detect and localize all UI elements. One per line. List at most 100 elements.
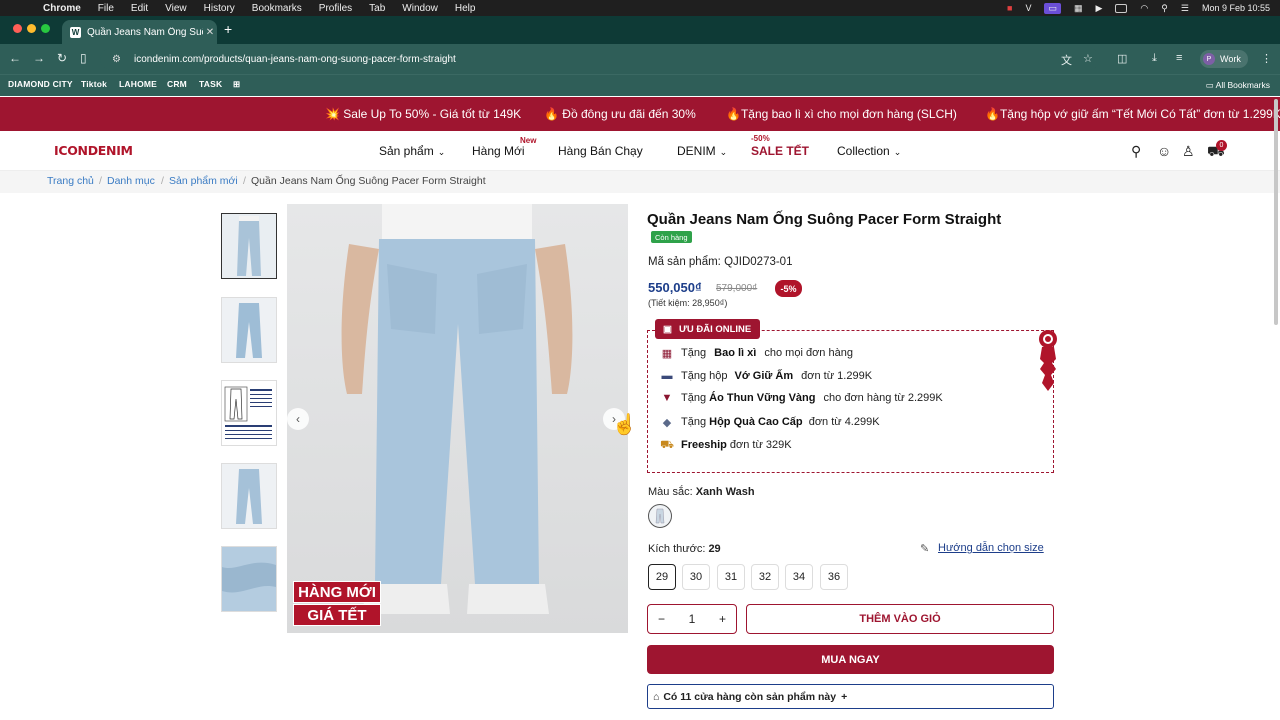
- search-icon[interactable]: ⚲: [1131, 143, 1141, 160]
- thumbnail-1[interactable]: [221, 213, 277, 279]
- bookmark-lahome[interactable]: LAHOME: [119, 79, 157, 89]
- media-icon[interactable]: ≡: [1176, 52, 1182, 64]
- quantity-stepper: − 1 +: [647, 604, 737, 634]
- sku-value: QJID0273-01: [724, 256, 793, 268]
- all-bookmarks[interactable]: ▭ All Bookmarks: [1206, 80, 1270, 91]
- offer-highlight: Bao lì xì: [714, 347, 757, 359]
- browser-tab[interactable]: W Quần Jeans Nam Ống Suông ✕: [62, 20, 217, 44]
- nav-denim[interactable]: DENIM ⌄: [677, 144, 727, 158]
- promo-item[interactable]: 💥 Sale Up To 50% - Giá tốt từ 149K: [325, 107, 521, 121]
- bookmarks-bar: DIAMOND CITY Tiktok LAHOME CRM TASK ⊞ ▭ …: [0, 74, 1280, 96]
- menu-profiles[interactable]: Profiles: [319, 3, 352, 14]
- menu-tab[interactable]: Tab: [369, 3, 385, 14]
- offer-text: Tặng: [681, 392, 710, 404]
- offer-highlight: Freeship: [681, 439, 727, 451]
- size-option-30[interactable]: 30: [682, 564, 710, 590]
- size-option-32[interactable]: 32: [751, 564, 779, 590]
- chrome-menu-icon[interactable]: ⋮: [1261, 52, 1272, 65]
- breadcrumb-sep: /: [161, 175, 164, 187]
- back-icon[interactable]: ←: [9, 51, 21, 65]
- v-icon[interactable]: V: [1025, 3, 1031, 13]
- thumbnail-5[interactable]: [221, 546, 277, 612]
- nav-ban-chay[interactable]: Hàng Bán Chạy: [558, 144, 643, 158]
- size-option-34[interactable]: 34: [785, 564, 813, 590]
- nav-sale-tet[interactable]: SALE TẾT: [751, 144, 809, 158]
- close-tab-icon[interactable]: ✕: [203, 27, 217, 38]
- bookmark-crm[interactable]: CRM: [167, 79, 187, 89]
- breadcrumb-category[interactable]: Danh mục: [107, 175, 155, 187]
- battery-icon[interactable]: [1115, 3, 1128, 13]
- menu-help[interactable]: Help: [455, 3, 476, 14]
- minimize-window-icon[interactable]: [27, 24, 36, 33]
- play-icon[interactable]: ▶: [1096, 3, 1103, 14]
- site-logo[interactable]: ICONDENIM: [54, 143, 133, 158]
- menu-edit[interactable]: Edit: [131, 3, 148, 14]
- thumbnail-2[interactable]: [221, 297, 277, 363]
- screen-icon[interactable]: ▭: [1044, 2, 1061, 14]
- size-guide-link[interactable]: Hướng dẫn chọn size: [938, 542, 1044, 554]
- store-availability-button[interactable]: ⌂ Có 11 cửa hàng còn sản phẩm này +: [647, 684, 1054, 709]
- promo-item[interactable]: 🔥Tặng hộp vớ giữ ấm “Tết Mới Có Tất” đơn…: [985, 107, 1280, 121]
- search-icon[interactable]: ⚲: [1161, 3, 1168, 14]
- size-option-31[interactable]: 31: [717, 564, 745, 590]
- menu-bookmarks[interactable]: Bookmarks: [252, 3, 302, 14]
- download-icon[interactable]: ⤓: [1152, 52, 1157, 65]
- color-swatch-xanh-wash[interactable]: [648, 504, 672, 528]
- breadcrumb-home[interactable]: Trang chủ: [47, 175, 94, 187]
- product-main-image[interactable]: HÀNG MỚI GIÁ TẾT ‹ ›: [287, 204, 628, 633]
- gallery-prev-button[interactable]: ‹: [287, 408, 309, 430]
- wifi-icon[interactable]: ◠: [1140, 3, 1148, 14]
- size-label: Kích thước: 29: [648, 543, 721, 555]
- thumbnail-4[interactable]: [221, 463, 277, 529]
- translate-icon[interactable]: 文: [1061, 52, 1072, 68]
- bookmark-tiktok[interactable]: Tiktok: [81, 79, 107, 89]
- membership-icon[interactable]: ♙: [1182, 143, 1195, 160]
- control-center-icon[interactable]: ☰: [1181, 3, 1189, 14]
- qty-minus-button[interactable]: −: [658, 612, 665, 626]
- new-tab-icon[interactable]: +: [224, 21, 232, 37]
- reload-icon[interactable]: ↻: [57, 51, 67, 65]
- bookmark-star-icon[interactable]: ☆: [1083, 52, 1093, 65]
- profile-button[interactable]: P Work: [1200, 50, 1248, 68]
- menu-view[interactable]: View: [165, 3, 187, 14]
- record-icon[interactable]: ■: [1007, 3, 1012, 13]
- calendar-icon[interactable]: ▦: [1074, 3, 1083, 14]
- menu-window[interactable]: Window: [402, 3, 438, 14]
- color-label-text: Màu sắc:: [648, 486, 693, 498]
- qty-input[interactable]: 1: [689, 612, 696, 626]
- apps-grid-icon[interactable]: ⊞: [233, 79, 240, 90]
- maximize-window-icon[interactable]: [41, 24, 50, 33]
- bookmark-diamond-city[interactable]: DIAMOND CITY: [8, 79, 73, 89]
- menu-history[interactable]: History: [204, 3, 235, 14]
- size-option-36[interactable]: 36: [820, 564, 848, 590]
- nav-san-pham[interactable]: Sản phẩm ⌄: [379, 144, 445, 158]
- promo-item[interactable]: 🔥Tặng bao lì xì cho mọi đơn hàng (SLCH): [726, 107, 957, 121]
- address-bar[interactable]: ⚙ icondenim.com/products/quan-jeans-nam-…: [100, 48, 1100, 70]
- bookmark-task[interactable]: TASK: [199, 79, 222, 89]
- nav-collection[interactable]: Collection ⌄: [837, 144, 901, 158]
- sku-label: Mã sản phẩm:: [648, 256, 721, 268]
- add-to-cart-button[interactable]: THÊM VÀO GIỎ: [746, 604, 1054, 634]
- account-icon[interactable]: ☺: [1157, 143, 1171, 159]
- forward-icon[interactable]: →: [33, 51, 45, 65]
- promo-item[interactable]: 🔥 Đồ đông ưu đãi đến 30%: [544, 107, 696, 121]
- offer-text: đơn từ 329K: [726, 439, 792, 451]
- menu-app-name[interactable]: Chrome: [43, 3, 81, 14]
- site-info-icon[interactable]: ⚙: [112, 54, 124, 65]
- menu-file[interactable]: File: [98, 3, 114, 14]
- thumbnail-3-size-chart[interactable]: [221, 380, 277, 446]
- sidebar-icon[interactable]: ▯: [80, 51, 87, 65]
- offer-highlight: Áo Thun Vững Vàng: [709, 392, 816, 404]
- close-window-icon[interactable]: [13, 24, 22, 33]
- breadcrumb-new[interactable]: Sản phẩm mới: [169, 175, 238, 187]
- offer-row-5: Freeship đơn từ 329K: [681, 439, 792, 451]
- nav-collection-label: Collection: [837, 144, 890, 158]
- clock[interactable]: Mon 9 Feb 10:55: [1202, 3, 1270, 13]
- nav-hang-moi[interactable]: Hàng Mới: [472, 144, 525, 158]
- size-option-29[interactable]: 29: [648, 564, 676, 590]
- qty-plus-button[interactable]: +: [719, 612, 726, 626]
- page-scrollbar[interactable]: [1274, 99, 1278, 325]
- store-icon: ⌂: [653, 690, 660, 703]
- buy-now-button[interactable]: MUA NGAY: [647, 645, 1054, 674]
- extensions-icon[interactable]: ◫: [1117, 52, 1127, 65]
